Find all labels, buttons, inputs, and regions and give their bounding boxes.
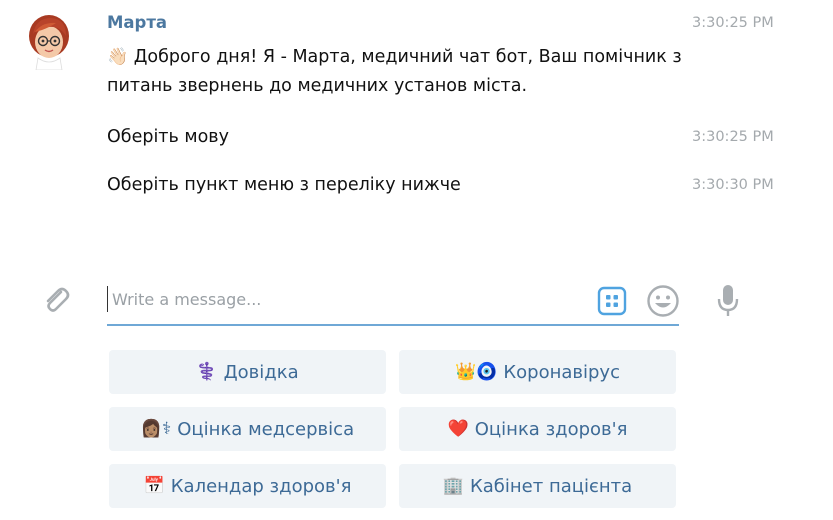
message-text: 👋🏻 Доброго дня! Я - Марта, медичний чат … [107,43,687,101]
sender-name: Марта [107,13,168,32]
keyboard-button-label: Довідка [223,361,299,383]
crown-capsule-icon: 👑🧿 [455,362,498,382]
message-timestamp: 3:30:25 PM [692,15,774,31]
keyboard-button-coronavirus[interactable]: 👑🧿 Коронавірус [399,350,676,394]
keyboard-button-label: Кабінет пацієнта [469,475,633,497]
message-composer [107,280,679,326]
waving-hand-icon: 👋🏻 [107,47,129,67]
message-timestamp: 3:30:30 PM [692,177,774,193]
keyboard-button-patient-cabinet[interactable]: 🏢 Кабінет пацієнта [399,464,676,508]
message-text: Оберіть мову [107,127,229,147]
office-building-icon: 🏢 [442,476,464,496]
keyboard-button-label: Оцінка здоров'я [474,418,628,440]
keyboard-button-health-rating[interactable]: ❤️ Оцінка здоров'я [399,407,676,451]
smiley-icon[interactable] [646,284,680,318]
message-timestamp: 3:30:25 PM [692,129,774,145]
message-input[interactable] [107,286,582,312]
keyboard-button-help[interactable]: ⚕️ Довідка [109,350,386,394]
paperclip-icon[interactable] [39,283,73,317]
medical-symbol-icon: ⚕️ [196,362,218,382]
keyboard-button-label: Оцінка медсервіса [177,418,355,440]
keyboard-button-label: Коронавірус [503,361,620,383]
keyboard-button-health-calendar[interactable]: 📅 Календар здоров'я [109,464,386,508]
message-text: Оберіть пункт меню з переліку нижче [107,175,461,195]
heart-icon: ❤️ [447,419,469,439]
message-body: Доброго дня! Я - Марта, медичний чат бот… [107,47,682,96]
keyboard-button-label: Календар здоров'я [170,475,352,497]
calendar-icon: 📅 [143,476,165,496]
health-worker-icon: 👩🏽⚕ [140,419,172,439]
keyboard-button-medservice-rating[interactable]: 👩🏽⚕ Оцінка медсервіса [109,407,386,451]
bot-keyboard-icon[interactable] [597,286,627,316]
avatar[interactable] [26,12,72,70]
chat-window: Марта 3:30:25 PM 👋🏻 Доброго дня! Я - Мар… [0,0,833,520]
microphone-icon[interactable] [714,283,742,319]
